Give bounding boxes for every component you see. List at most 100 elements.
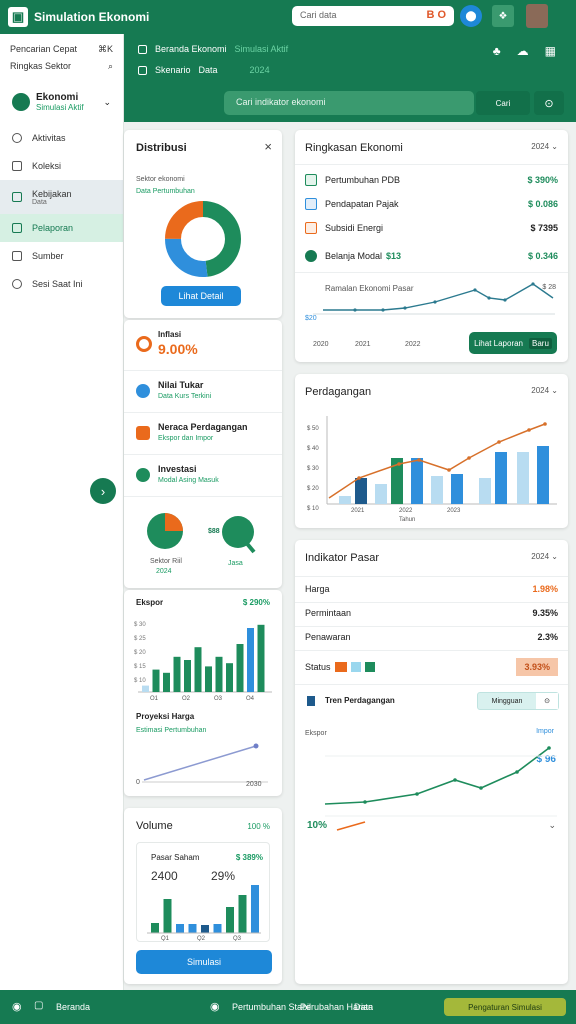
chevron-down-icon[interactable]: ⌄ <box>548 820 556 831</box>
forecast-x-label: 2021 <box>355 341 371 348</box>
market-value: $ 389% <box>235 853 263 862</box>
bar <box>411 458 423 504</box>
bar <box>236 644 244 692</box>
forecast-x-label: 2022 <box>405 341 421 348</box>
indicator-row-value: 9.35% <box>532 608 558 618</box>
bottom-home-label[interactable]: Beranda <box>56 1002 90 1012</box>
legend-swatch-blue <box>350 662 361 672</box>
trade-meta-value: 2024 <box>531 386 550 395</box>
list-item[interactable]: Investasi Modal Asing Masuk <box>136 464 270 485</box>
summary-meta[interactable]: 2024 ⌄ <box>531 142 558 151</box>
app-title: Simulation Ekonomi <box>34 10 150 24</box>
close-icon[interactable]: × <box>264 139 272 154</box>
header-search-input[interactable]: Cari indikator ekonomi <box>224 91 474 115</box>
simulate-button[interactable]: Simulasi <box>136 950 272 974</box>
indicator-row-label: Harga <box>305 584 330 594</box>
bar <box>142 685 149 692</box>
indicator-row[interactable]: Permintaan 9.35% <box>305 608 558 618</box>
bar <box>205 666 212 692</box>
cloud-icon[interactable]: ☁ <box>517 44 529 58</box>
trade-meta[interactable]: 2024 ⌄ <box>531 386 558 395</box>
apps-icon[interactable]: ❖ <box>492 5 514 27</box>
export-bar-chart: $ 30 $ 25 $ 20 $ 15 $ 10 Q1 Q2 Q3 Q4 <box>134 622 272 700</box>
capital-icon <box>305 250 317 262</box>
trend-period-toggle[interactable]: Mingguan ⊙ <box>477 692 559 710</box>
status-row[interactable]: Status 3.93% <box>305 658 558 676</box>
exchange-icon <box>136 383 150 398</box>
indicator-row-value: 1.98% <box>532 584 558 594</box>
list-item[interactable]: Nilai Tukar Data Kurs Terkini <box>136 380 270 401</box>
trade-icon <box>136 425 150 440</box>
x-tick-label: Q2 <box>197 936 206 941</box>
trend-low-segment <box>336 821 366 831</box>
legend-swatch-orange <box>334 662 347 672</box>
sidebar-item-activity[interactable]: Aktivitas <box>0 124 123 152</box>
row-sub: Modal Asing Masuk <box>158 477 219 484</box>
new-badge: Baru <box>529 337 552 349</box>
expand-sidebar-button[interactable]: › <box>90 478 116 504</box>
top-bar: ▣ Simulation Ekonomi <box>0 0 576 34</box>
user-avatar[interactable] <box>526 4 548 28</box>
calendar-icon[interactable]: ▢ <box>34 1000 43 1011</box>
indicator-row[interactable]: Harga 1.98% <box>305 584 558 594</box>
sidebar-item-report[interactable]: Pelaporan <box>0 214 123 242</box>
filter-icon[interactable]: ⊙ <box>536 693 558 709</box>
data-point <box>433 300 437 304</box>
summary-row[interactable]: Subsidi Energi $ 7395 <box>305 222 558 234</box>
top-search-input[interactable]: Cari data B O <box>292 6 454 26</box>
bar <box>215 656 223 692</box>
filter-icon[interactable]: ⊙ <box>534 91 564 115</box>
projection-x-label: 2030 <box>246 781 262 788</box>
bar <box>213 924 222 933</box>
market-indicator-card: Indikator Pasar 2024 ⌄ Harga 1.98% Permi… <box>295 540 568 984</box>
summary-row[interactable]: Pendapatan Pajak $ 0.086 <box>305 198 558 210</box>
bar <box>537 446 549 504</box>
data-point <box>527 428 531 432</box>
sidebar-item-collection[interactable]: Koleksi <box>0 152 123 180</box>
document-icon <box>307 696 315 706</box>
notification-icon[interactable]: ⬤ <box>460 5 482 27</box>
status-label: Status <box>305 662 331 672</box>
y-tick-label: $ 20 <box>307 486 319 492</box>
simulate-label: Simulasi <box>186 957 221 967</box>
view-detail-button[interactable]: Lihat Detail <box>161 286 241 306</box>
summary-row[interactable]: Pertumbuhan PDB $ 390% <box>305 174 558 186</box>
row-sub: Data Kurs Terkini <box>158 393 212 400</box>
header-search-button[interactable]: Cari <box>476 91 530 115</box>
data-point <box>531 282 535 286</box>
alert-icon[interactable]: ♣ <box>493 44 501 58</box>
indicator-row-label: Penawaran <box>305 632 351 642</box>
sidebar-summary[interactable]: Ringkas Sektor ⌕ <box>10 61 113 72</box>
legend-swatch-green <box>364 662 375 672</box>
list-item[interactable]: Neraca Perdagangan Ekspor dan Impor <box>136 422 270 443</box>
distribution-title: Distribusi <box>136 142 187 154</box>
home-icon[interactable]: ◉ <box>12 1000 22 1013</box>
chevron-down-icon: ⌄ <box>551 142 558 151</box>
pie2-badge: $88 <box>208 528 220 535</box>
inflation-label: Inflasi <box>158 330 182 339</box>
bar <box>451 474 463 504</box>
sidebar-brand[interactable]: Ekonomi Simulasi Aktif ⌄ <box>6 86 117 118</box>
simulation-settings-button[interactable]: Pengaturan Simulasi <box>444 998 566 1016</box>
x-tick-label: Q4 <box>246 696 255 700</box>
grid-icon[interactable]: ▦ <box>545 44 556 58</box>
status-icon: ◉ <box>210 1001 220 1013</box>
view-report-button[interactable]: Lihat Laporan Baru <box>469 332 557 354</box>
sidebar-item-session[interactable]: Sesi Saat Ini <box>0 270 123 298</box>
y-tick-label: $ 50 <box>307 426 319 432</box>
data-point <box>447 468 451 472</box>
quick-search-label: Pencarian Cepat <box>10 44 78 54</box>
summary-row-value: $ 0.086 <box>527 199 558 209</box>
sidebar-quick-search[interactable]: Pencarian Cepat ⌘K <box>10 44 113 55</box>
indicator-row[interactable]: Penawaran 2.3% <box>305 632 558 642</box>
data-point <box>397 462 401 466</box>
summary-row-value: $ 7395 <box>530 223 558 233</box>
indicator-meta[interactable]: 2024 ⌄ <box>531 552 558 561</box>
sidebar-item-source[interactable]: Sumber <box>0 242 123 270</box>
sidebar-item-label: Koleksi <box>32 161 62 171</box>
y-tick-label: $ 30 <box>134 622 146 628</box>
market-panel: Pasar Saham $ 389% 2400 29% Q1 Q2 Q3 <box>136 842 270 942</box>
bar <box>355 478 367 504</box>
sidebar-item-policy[interactable]: Kebijakan Data <box>0 180 123 214</box>
summary-row[interactable]: Belanja Modal $13 $ 0.346 <box>305 250 558 262</box>
